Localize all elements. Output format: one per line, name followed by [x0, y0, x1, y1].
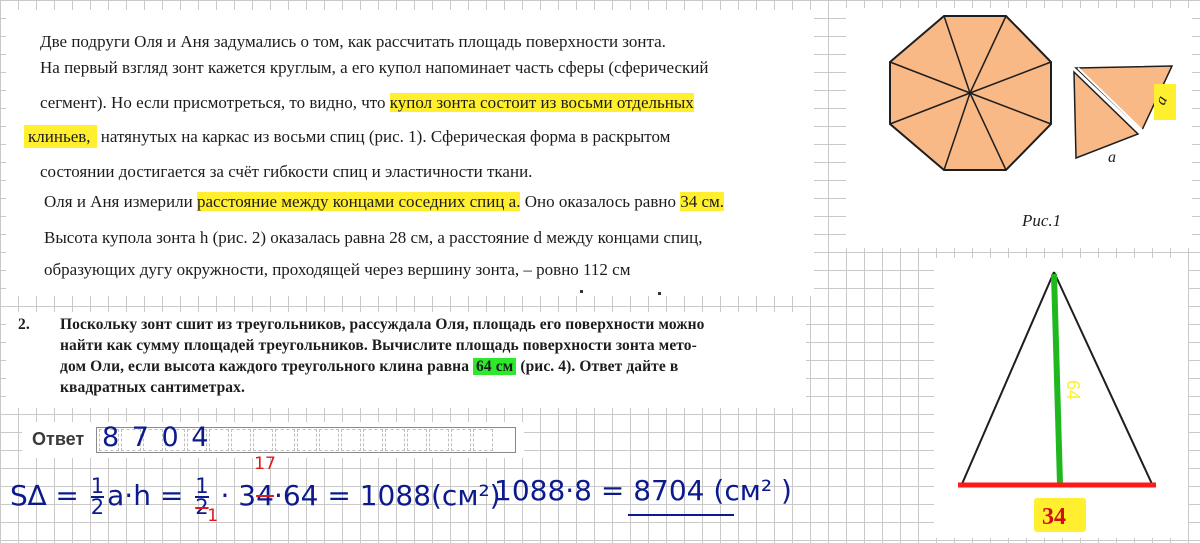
solution-area-formula: S∆ = 1 2 a·h = 121 · 34 17·64 = 1088(см²)	[10, 456, 501, 526]
task-line-3: дом Оли, если высота каждого треугольног…	[60, 358, 678, 376]
highlight-wedges: купол зонта состоит из восьми отдельных	[389, 93, 694, 112]
text-panel: Две подруги Оля и Аня задумались о том, …	[6, 10, 814, 296]
task-panel: 2. Поскольку зонт сшит из треугольников,…	[6, 312, 806, 408]
scan-dot	[580, 290, 583, 293]
base-label: 34	[1042, 504, 1066, 530]
underline-stroke	[628, 514, 734, 516]
intro-line-8: образующих дугу окружности, проходящей ч…	[44, 260, 631, 279]
fraction-denominator: 2	[90, 495, 105, 519]
task-line-1: Поскольку зонт сшит из треугольников, ра…	[60, 316, 705, 333]
reduction-mark: 17	[254, 454, 276, 474]
intro-line-2: На первый взгляд зонт кажется круглым, а…	[40, 58, 709, 77]
figure4-svg: 64 34	[958, 271, 1156, 532]
intro-line-5: состоянии достигается за счёт гибкости с…	[40, 162, 533, 181]
fraction-half-reduced: 121	[195, 476, 218, 526]
formula-base-struck: 4 17	[254, 456, 276, 516]
task-text: дом Оли, если высота каждого треугольног…	[60, 358, 474, 375]
task-line-4: квадратных сантиметрах.	[60, 379, 245, 396]
figure1-svg: a a Рис.1	[889, 15, 1176, 230]
height-label: 64	[1063, 380, 1083, 400]
total-text: 1088·8 = 8704 (см² )	[494, 474, 792, 507]
figure1-caption: Рис.1	[1021, 211, 1061, 230]
formula-base-digit: 3	[238, 479, 257, 512]
task-number: 2.	[18, 316, 30, 333]
intro-line-7: Высота купола зонта h (рис. 2) оказалась…	[44, 228, 703, 247]
umbrella-octagon	[889, 15, 1052, 171]
intro-text: Оля и Аня измерили	[44, 192, 197, 211]
height-line	[1051, 273, 1063, 485]
figure1-panel: a a Рис.1	[846, 8, 1192, 248]
answer-panel: Ответ 8 7 0 4	[22, 422, 524, 458]
highlight-64cm: 64 см	[473, 358, 517, 375]
intro-line-1: Две подруги Оля и Аня задумались о том, …	[40, 32, 666, 51]
intro-text: натянутых на каркас из восьми спиц (рис.…	[96, 127, 671, 146]
formula-rest: ·64 = 1088(см²)	[273, 479, 501, 512]
highlight-wedges-cont: клиньев,	[24, 125, 97, 148]
struck-digit: 4	[256, 479, 274, 512]
task-text: (рис. 4). Ответ дайте в	[516, 358, 679, 375]
highlight-distance-a: расстояние между концами соседних спиц a…	[196, 192, 521, 211]
intro-text: Оно оказалось равно	[520, 192, 681, 211]
formula-lhs: S∆ =	[10, 479, 88, 512]
reduction-mark: 1	[207, 506, 219, 526]
scan-dot	[658, 292, 661, 295]
solution-total: 1088·8 = 8704 (см² )	[494, 474, 792, 507]
intro-text: сегмент). Но если присмотреться, то видн…	[40, 93, 390, 112]
intro-line-3: сегмент). Но если присмотреться, то видн…	[40, 93, 694, 113]
figure4-panel: 64 34	[934, 258, 1188, 538]
fraction-half: 12	[90, 476, 105, 519]
side-label-a: a	[1108, 149, 1116, 166]
task-line-2: найти как сумму площадей треугольников. …	[60, 337, 697, 354]
answer-label: Ответ	[32, 429, 85, 449]
intro-line-6: Оля и Аня измерили расстояние между конц…	[44, 192, 725, 212]
intro-line-4: клиньев, натянутых на каркас из восьми с…	[24, 125, 671, 148]
answer-value: 8 7 0 4	[102, 422, 211, 453]
highlight-34cm: 34 см.	[680, 192, 725, 211]
formula-a-h: a·h =	[107, 479, 193, 512]
